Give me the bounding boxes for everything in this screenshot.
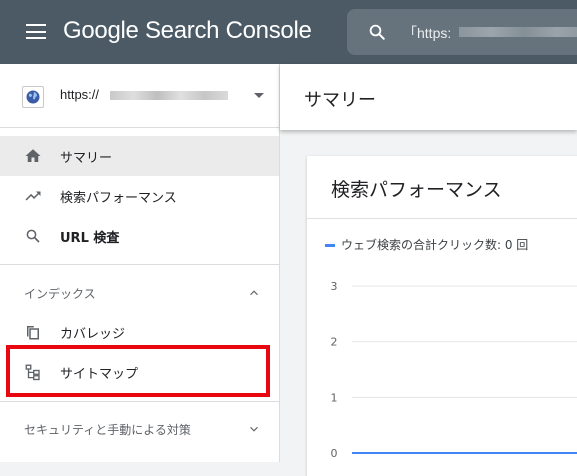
sidebar-item-label: カバレッジ bbox=[60, 327, 126, 342]
search-icon bbox=[369, 24, 385, 40]
dropdown-caret-icon[interactable] bbox=[254, 93, 264, 98]
y-tick-label: 1 bbox=[331, 391, 338, 404]
sidebar: https:// サマリー 検索パフォーマンス URL 検査 インデックス カバ… bbox=[0, 64, 280, 462]
section-header-index[interactable]: インデックス bbox=[24, 285, 96, 302]
section-header-security[interactable]: セキュリティと手動による対策 bbox=[24, 421, 191, 438]
legend-swatch bbox=[325, 244, 335, 247]
sidebar-item-label: サマリー bbox=[60, 151, 113, 166]
search-input[interactable]: 「https: bbox=[347, 9, 577, 55]
property-url: https:// bbox=[60, 87, 100, 102]
y-tick-label: 2 bbox=[331, 336, 338, 349]
sidebar-item-label: URL 検査 bbox=[60, 231, 120, 246]
property-favicon bbox=[22, 86, 44, 108]
sidebar-item-url-inspection[interactable]: URL 検査 bbox=[0, 216, 279, 256]
page-header: サマリー bbox=[280, 64, 577, 130]
chevron-up-icon[interactable] bbox=[247, 286, 261, 300]
card-title: 検索パフォーマンス bbox=[331, 179, 502, 201]
copy-icon bbox=[27, 326, 39, 340]
sidebar-item-search-performance[interactable]: 検索パフォーマンス bbox=[0, 176, 279, 216]
search-query-text: 「https: bbox=[403, 25, 452, 41]
legend-label: ウェブ検索の合計クリック数: 0 回 bbox=[341, 238, 529, 252]
performance-chart: 3 2 1 0 bbox=[331, 280, 577, 460]
home-icon bbox=[25, 149, 41, 162]
hamburger-menu-icon[interactable] bbox=[26, 24, 46, 39]
app-title: Google Search Console bbox=[63, 17, 312, 44]
sidebar-item-label: 検索パフォーマンス bbox=[60, 191, 177, 206]
property-url-redacted bbox=[110, 91, 228, 100]
page-title: サマリー bbox=[304, 90, 376, 111]
top-app-bar: Google Search Console 「https: bbox=[0, 0, 577, 64]
chart-legend: ウェブ検索の合計クリック数: 0 回 bbox=[325, 236, 528, 253]
sidebar-divider bbox=[0, 264, 279, 265]
trending-up-icon bbox=[25, 191, 41, 201]
y-tick-label: 3 bbox=[331, 280, 338, 293]
card-divider bbox=[307, 218, 577, 219]
sidebar-divider bbox=[0, 401, 279, 402]
performance-card[interactable]: 検索パフォーマンス ウェブ検索の合計クリック数: 0 回 3 2 1 0 bbox=[307, 156, 577, 476]
globe-icon bbox=[26, 90, 40, 104]
property-selector[interactable]: https:// bbox=[0, 64, 279, 128]
search-icon bbox=[26, 229, 40, 243]
search-query-redacted bbox=[459, 27, 577, 37]
chevron-down-icon[interactable] bbox=[247, 422, 261, 436]
sitemap-highlight-box bbox=[6, 345, 270, 397]
y-tick-label: 0 bbox=[331, 447, 338, 460]
sidebar-item-summary[interactable]: サマリー bbox=[0, 136, 279, 176]
